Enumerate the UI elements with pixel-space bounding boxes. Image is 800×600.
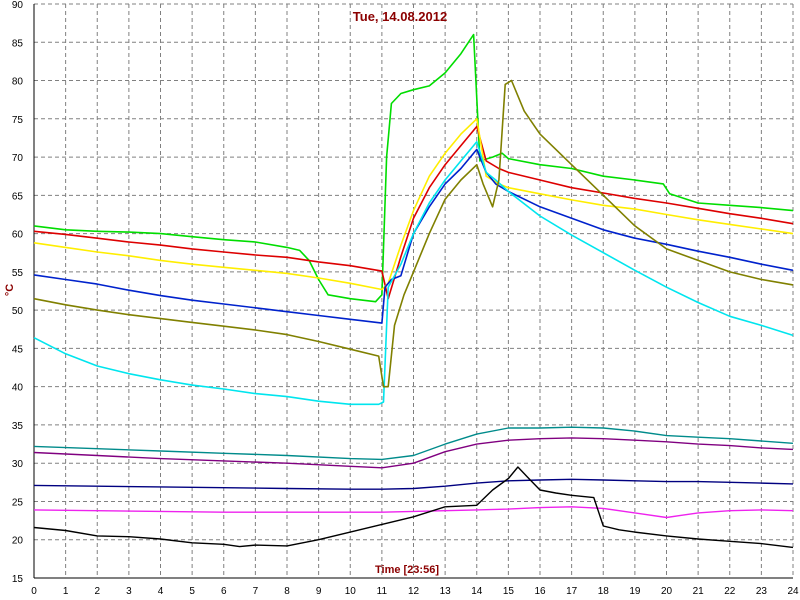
y-tick-label: 50 xyxy=(12,306,24,317)
x-tick-label: 5 xyxy=(189,586,195,597)
x-tick-label: 17 xyxy=(566,586,578,597)
x-tick-label: 13 xyxy=(440,586,452,597)
x-tick-label: 23 xyxy=(756,586,768,597)
x-tick-label: 3 xyxy=(126,586,132,597)
x-tick-label: 20 xyxy=(661,586,673,597)
x-tick-label: 1 xyxy=(63,586,69,597)
x-tick-label: 19 xyxy=(629,586,641,597)
x-tick-label: 0 xyxy=(31,586,37,597)
chart-background xyxy=(0,0,800,600)
y-tick-label: 15 xyxy=(12,574,24,585)
x-tick-label: 11 xyxy=(377,586,388,597)
x-tick-label: 16 xyxy=(534,586,546,597)
x-axis-label: Time [23:56] xyxy=(375,564,439,576)
x-tick-label: 22 xyxy=(724,586,736,597)
y-tick-label: 45 xyxy=(12,344,24,355)
y-tick-label: 20 xyxy=(12,536,24,547)
y-tick-label: 80 xyxy=(12,77,24,88)
x-tick-label: 6 xyxy=(221,586,227,597)
y-tick-label: 40 xyxy=(12,383,24,394)
y-tick-label: 70 xyxy=(12,153,24,164)
y-tick-label: 65 xyxy=(12,191,24,202)
x-tick-label: 15 xyxy=(503,586,515,597)
x-tick-label: 8 xyxy=(284,586,290,597)
x-tick-label: 24 xyxy=(787,586,799,597)
y-tick-label: 85 xyxy=(12,38,24,49)
y-tick-label: 55 xyxy=(12,268,24,279)
y-tick-label: 60 xyxy=(12,230,24,241)
x-tick-label: 12 xyxy=(408,586,420,597)
x-tick-label: 21 xyxy=(693,586,705,597)
x-tick-label: 9 xyxy=(316,586,322,597)
temperature-chart: 0 1 2 3 4 5 6 7 8 9 10 11 12 13 14 15 16 17 18 19 20 21 22 23 24… xyxy=(0,0,800,600)
x-tick-label: 14 xyxy=(471,586,483,597)
x-tick-label: 4 xyxy=(158,586,164,597)
y-tick-label: 90 xyxy=(12,0,24,11)
x-tick-label: 10 xyxy=(345,586,357,597)
y-tick-label: 25 xyxy=(12,497,24,508)
x-tick-label: 18 xyxy=(598,586,610,597)
y-axis-label: °C xyxy=(4,284,16,296)
x-tick-label: 7 xyxy=(253,586,259,597)
y-tick-label: 30 xyxy=(12,459,24,470)
y-tick-label: 75 xyxy=(12,115,24,126)
x-tick-label: 2 xyxy=(94,586,100,597)
y-tick-label: 35 xyxy=(12,421,24,432)
chart-title: Tue, 14.08.2012 xyxy=(353,9,447,24)
